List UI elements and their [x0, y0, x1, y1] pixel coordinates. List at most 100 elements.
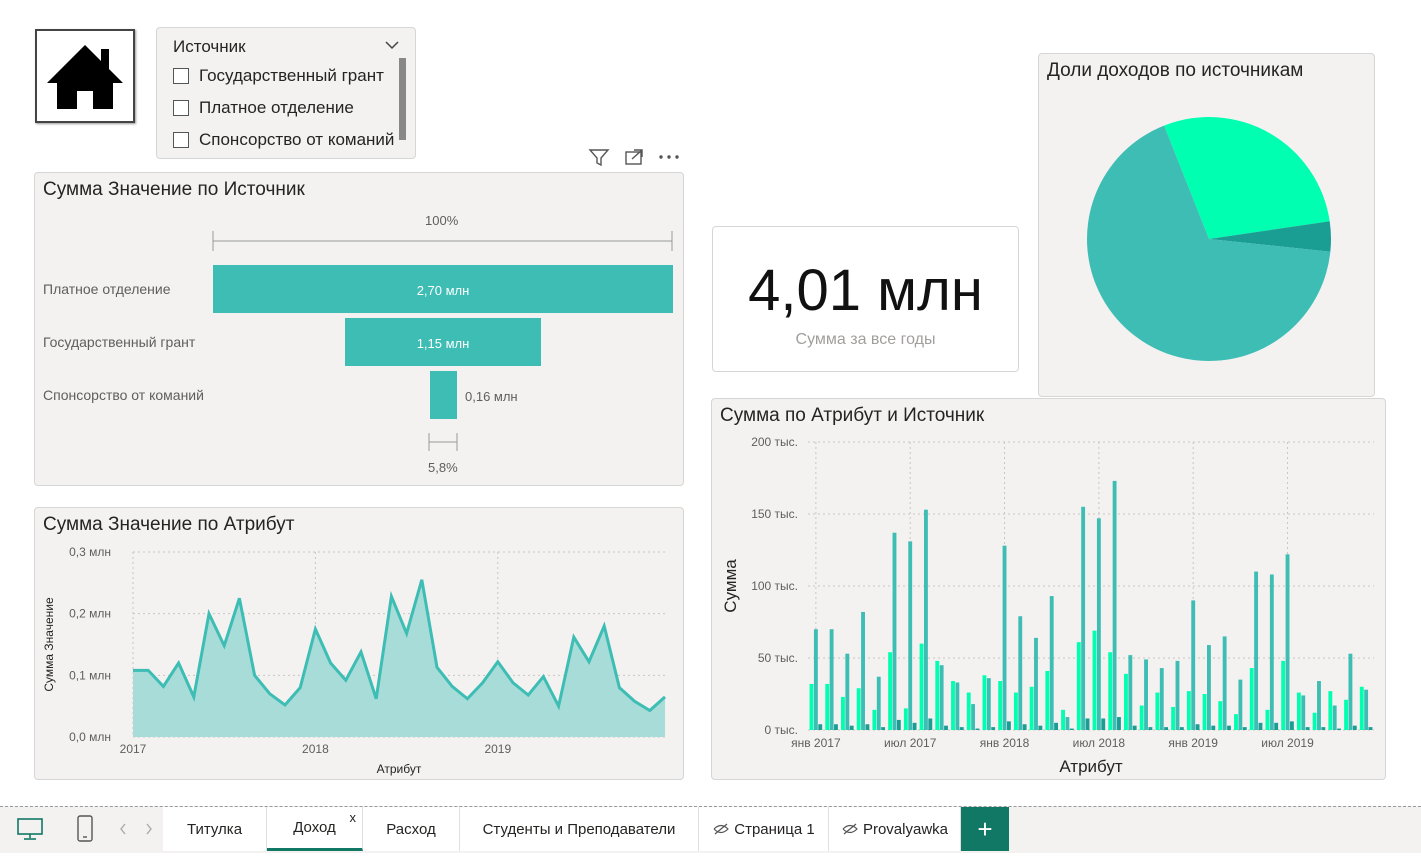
bar[interactable]	[825, 683, 830, 730]
tab-provalyawka[interactable]: Provalyawka	[829, 807, 961, 851]
checkbox[interactable]	[173, 68, 189, 84]
bar[interactable]	[903, 708, 908, 730]
bar[interactable]	[935, 660, 940, 730]
bar[interactable]	[1289, 721, 1294, 730]
bar[interactable]	[971, 704, 976, 730]
bar[interactable]	[1148, 727, 1153, 730]
bar[interactable]	[881, 727, 886, 730]
bar[interactable]	[966, 692, 971, 730]
bar[interactable]	[876, 676, 881, 730]
bar[interactable]	[1171, 706, 1176, 730]
bar[interactable]	[1054, 722, 1059, 730]
tab-dohod[interactable]: Доход x	[267, 807, 363, 851]
bar[interactable]	[813, 629, 818, 730]
bar[interactable]	[1006, 721, 1011, 730]
bar[interactable]	[998, 681, 1003, 730]
bar[interactable]	[944, 725, 948, 730]
bar[interactable]	[1352, 725, 1357, 730]
bar[interactable]	[1296, 692, 1301, 730]
bar[interactable]	[1022, 724, 1027, 730]
area-chart-card[interactable]: Сумма Значение по Атрибут 0,0 млн 0,1 млн…	[34, 507, 684, 780]
bar[interactable]	[809, 683, 814, 730]
bar[interactable]	[1332, 705, 1337, 730]
bar[interactable]	[1242, 727, 1247, 730]
bar[interactable]	[982, 675, 987, 730]
bar[interactable]	[841, 696, 845, 730]
bar[interactable]	[1065, 717, 1070, 730]
bar[interactable]	[1364, 689, 1369, 730]
funnel-bar[interactable]	[430, 371, 457, 419]
checkbox[interactable]	[173, 132, 189, 148]
bar[interactable]	[1348, 653, 1353, 730]
home-button[interactable]	[35, 29, 135, 123]
bar[interactable]	[1108, 652, 1113, 730]
bar[interactable]	[896, 719, 901, 730]
kpi-card[interactable]: 4,01 млн Сумма за все годы	[712, 226, 1019, 372]
bar[interactable]	[1359, 686, 1364, 730]
tab-page-1[interactable]: Страница 1	[699, 807, 829, 851]
bar[interactable]	[872, 709, 877, 730]
more-options-icon[interactable]	[658, 154, 680, 160]
chevron-right-icon[interactable]	[144, 822, 154, 836]
bar[interactable]	[1076, 642, 1081, 730]
bar[interactable]	[1013, 692, 1018, 730]
bar[interactable]	[1344, 699, 1348, 730]
mobile-layout-icon[interactable]	[76, 815, 94, 843]
bar[interactable]	[1274, 722, 1279, 730]
bar[interactable]	[955, 682, 960, 730]
bar[interactable]	[991, 727, 996, 730]
bar[interactable]	[1124, 673, 1128, 730]
bar[interactable]	[849, 725, 854, 730]
bar[interactable]	[1222, 636, 1227, 730]
bar[interactable]	[939, 665, 944, 730]
bar[interactable]	[1301, 695, 1306, 730]
bar[interactable]	[1092, 630, 1097, 730]
bar[interactable]	[1317, 681, 1321, 730]
bar[interactable]	[1249, 668, 1254, 730]
bar[interactable]	[888, 652, 893, 730]
bar[interactable]	[829, 629, 834, 730]
tab-rashod[interactable]: Расход	[363, 807, 460, 851]
bar[interactable]	[1128, 655, 1133, 730]
bar[interactable]	[865, 724, 870, 730]
slicer-item-gov-grant[interactable]: Государственный грант	[173, 66, 384, 86]
bar[interactable]	[1034, 637, 1038, 730]
chevron-down-icon[interactable]	[385, 40, 399, 50]
bar[interactable]	[1368, 727, 1373, 730]
bar[interactable]	[1081, 506, 1086, 730]
bar[interactable]	[1155, 692, 1160, 730]
bar[interactable]	[1061, 709, 1065, 730]
source-slicer[interactable]: Источник Государственный грант Платное о…	[156, 27, 416, 159]
bar[interactable]	[1305, 727, 1310, 730]
bar[interactable]	[1117, 717, 1121, 730]
bar[interactable]	[1234, 714, 1238, 730]
bar[interactable]	[1029, 686, 1034, 730]
slicer-item-paid-dept[interactable]: Платное отделение	[173, 98, 354, 118]
bar[interactable]	[1159, 668, 1164, 730]
bar[interactable]	[861, 611, 865, 730]
bar[interactable]	[1002, 545, 1007, 730]
pie-chart-card[interactable]: Доли доходов по источникам	[1038, 53, 1375, 397]
add-page-button[interactable]: +	[961, 807, 1009, 851]
bar[interactable]	[923, 509, 928, 730]
area-chart[interactable]: 0,0 млн 0,1 млн 0,2 млн 0,3 млн 2017 2018 2019…	[35, 508, 685, 781]
bar[interactable]	[1238, 679, 1243, 730]
bar[interactable]	[928, 718, 933, 730]
checkbox[interactable]	[173, 100, 189, 116]
bar[interactable]	[986, 678, 991, 730]
bar[interactable]	[845, 653, 850, 730]
chevron-left-icon[interactable]	[118, 822, 128, 836]
bar[interactable]	[1211, 725, 1216, 730]
bar[interactable]	[1218, 701, 1223, 730]
bar[interactable]	[1227, 725, 1231, 730]
bar[interactable]	[1164, 727, 1169, 730]
bar[interactable]	[912, 722, 917, 730]
bar[interactable]	[1112, 480, 1117, 730]
pie-chart[interactable]	[1039, 94, 1376, 398]
close-icon[interactable]: x	[350, 810, 357, 825]
bar[interactable]	[1191, 600, 1196, 730]
bar[interactable]	[834, 724, 838, 730]
bar[interactable]	[1096, 518, 1101, 730]
bar[interactable]	[818, 724, 823, 730]
bar[interactable]	[1269, 574, 1274, 730]
